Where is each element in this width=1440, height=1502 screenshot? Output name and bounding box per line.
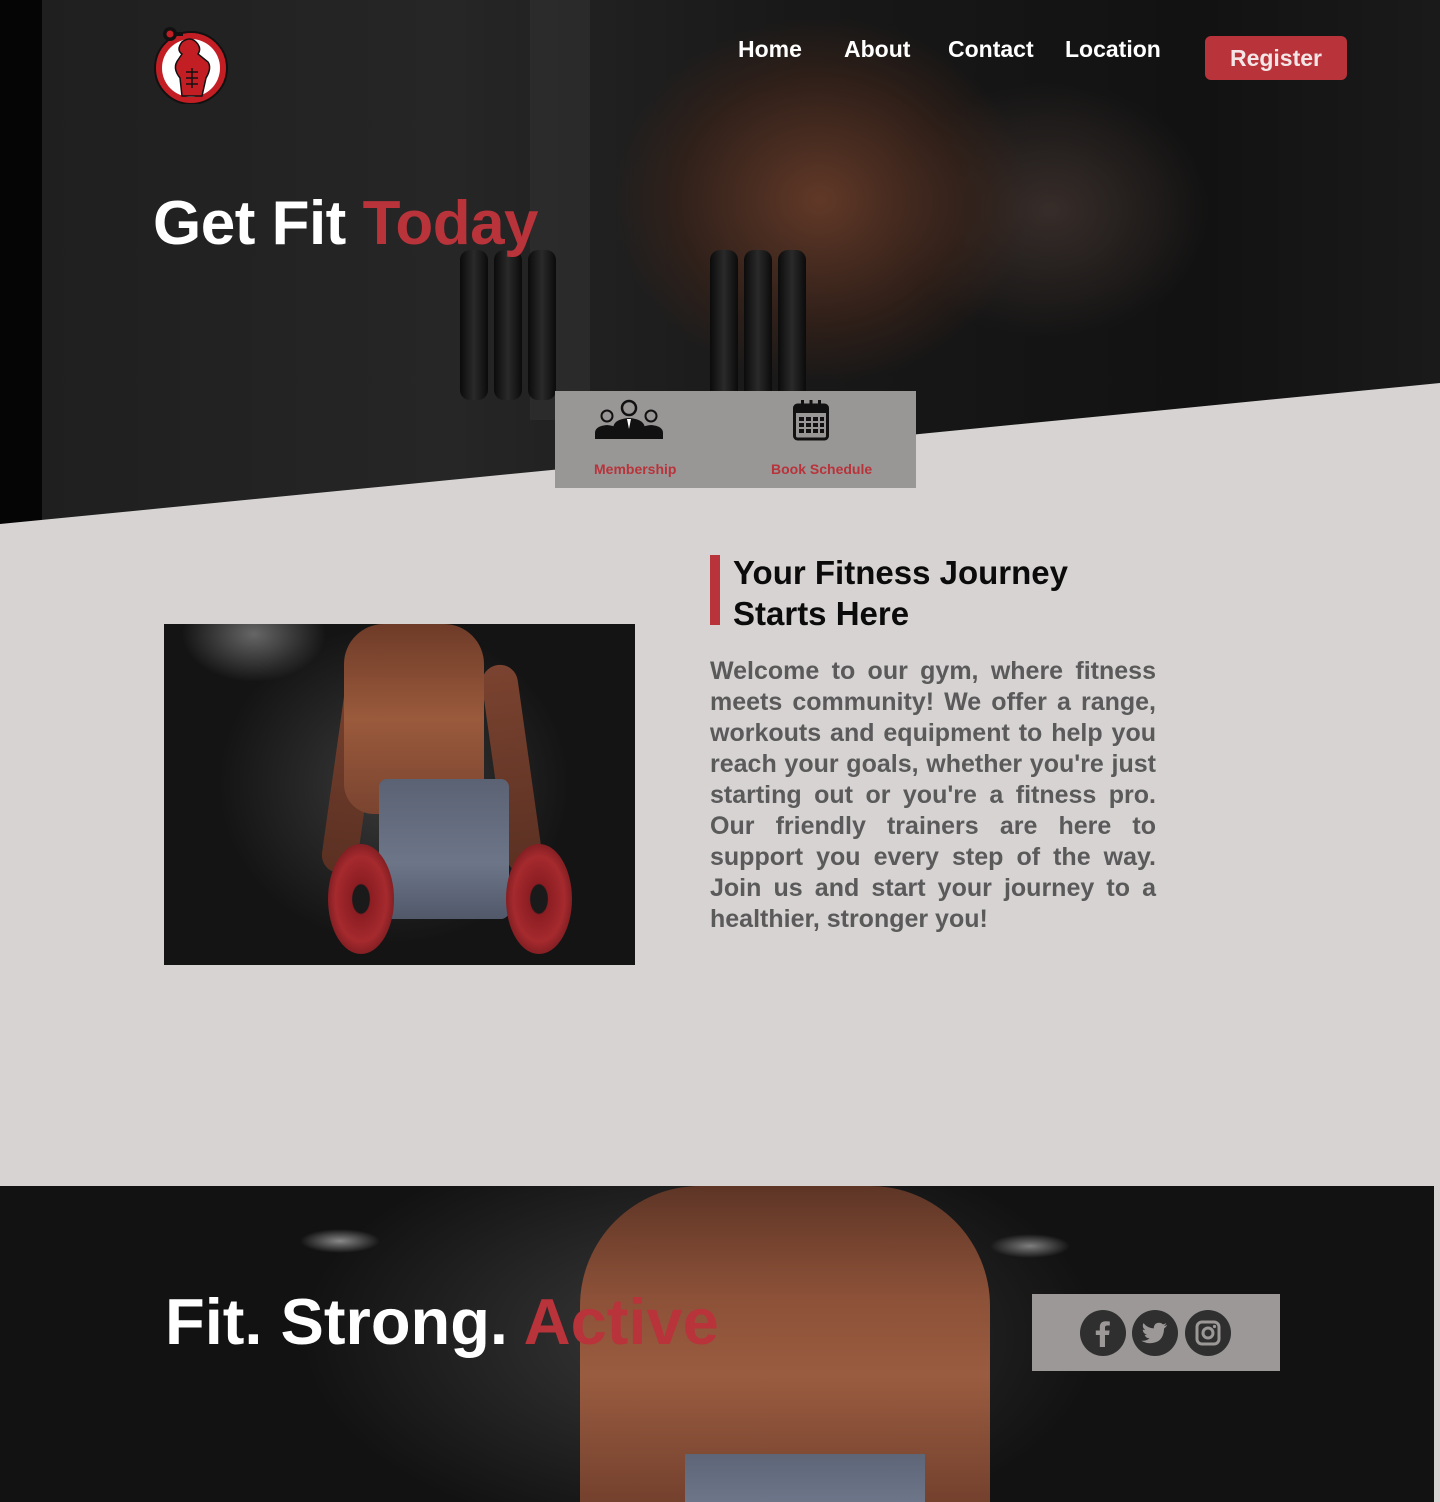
quick-actions-panel: Membership Book Schedule	[555, 391, 916, 488]
facebook-icon[interactable]	[1080, 1310, 1126, 1356]
banner-title: Fit. Strong. Active	[165, 1284, 719, 1359]
membership-action[interactable]: Membership	[593, 391, 693, 488]
calendar-icon	[793, 400, 829, 441]
book-schedule-label: Book Schedule	[771, 461, 873, 477]
book-schedule-action[interactable]: Book Schedule	[769, 391, 889, 488]
twitter-icon[interactable]	[1132, 1310, 1178, 1356]
accent-bar	[710, 555, 720, 625]
hero-title-main: Get Fit	[153, 189, 346, 258]
social-links	[1032, 1294, 1280, 1371]
nav-link-home[interactable]: Home	[738, 36, 802, 63]
nav-link-location[interactable]: Location	[1065, 36, 1161, 63]
about-image	[164, 624, 635, 965]
about-description: Welcome to our gym, where fitness meets …	[710, 657, 1156, 933]
group-icon	[595, 399, 663, 439]
hero-title-accent: Today	[362, 189, 539, 258]
register-button[interactable]: Register	[1205, 36, 1347, 80]
dumbbell-graphic	[460, 250, 820, 400]
nav-link-contact[interactable]: Contact	[948, 36, 1034, 63]
banner-title-accent: Active	[523, 1285, 719, 1358]
instagram-icon[interactable]	[1185, 1310, 1231, 1356]
hero-title: Get Fit Today	[153, 188, 539, 259]
membership-label: Membership	[594, 461, 677, 477]
about-title: Your Fitness Journey Starts Here	[733, 554, 1068, 632]
nav-link-about[interactable]: About	[844, 36, 910, 63]
banner-title-main: Fit. Strong.	[165, 1285, 508, 1358]
